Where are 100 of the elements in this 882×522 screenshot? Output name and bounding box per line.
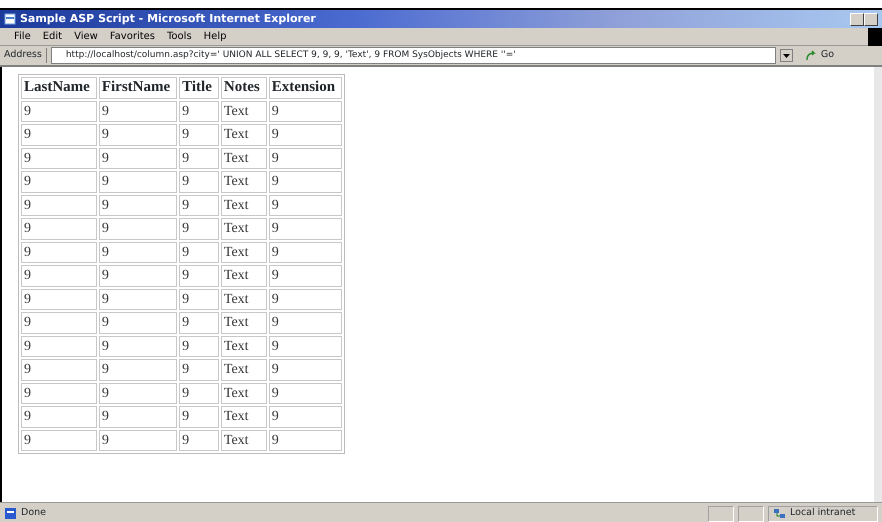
address-label: Address: [4, 48, 47, 63]
table-cell: Text: [220, 148, 267, 169]
menu-item[interactable]: File: [8, 29, 37, 44]
menu-item[interactable]: Favorites: [104, 29, 162, 44]
table-cell: 9: [179, 288, 219, 310]
zone-text: Local intranet: [790, 506, 856, 520]
go-arrow-icon: [804, 50, 817, 62]
table-cell: 9: [21, 336, 97, 357]
table-cell: 9: [268, 359, 342, 380]
table-cell: 9: [179, 148, 219, 169]
table-cell: Text: [220, 359, 267, 380]
table-cell: 9: [21, 171, 97, 192]
table-cell: 9: [21, 288, 97, 310]
table-cell: Text: [220, 336, 267, 357]
table-cell: 9: [98, 430, 178, 451]
go-button[interactable]: Go: [820, 48, 834, 63]
table-cell: 9: [21, 194, 97, 216]
maximize-button[interactable]: [864, 12, 878, 26]
table-cell: 9: [179, 312, 219, 334]
table-cell: 9: [268, 242, 342, 263]
table-cell: 9: [179, 359, 219, 380]
table-cell: 9: [98, 100, 178, 122]
table-cell: Text: [220, 218, 267, 240]
table-cell: 9: [21, 430, 97, 451]
address-field[interactable]: http://localhost/column.asp?city=' UNION ALL SELECT 9, 9, 9, 'Text', 9 FROM SysObjects WHERE ''=': [50, 47, 776, 64]
table-cell: 9: [98, 359, 178, 380]
table-cell: 9: [98, 336, 178, 357]
column-header: Extension: [268, 77, 342, 98]
table-cell: Text: [220, 194, 267, 216]
table-cell: 9: [21, 359, 97, 380]
table-cell: 9: [21, 100, 97, 122]
table-cell: Text: [220, 406, 267, 428]
table-cell: 9: [268, 148, 342, 169]
table-cell: 9: [98, 265, 178, 286]
table-cell: 9: [268, 171, 342, 192]
table-cell: 9: [179, 430, 219, 451]
table-cell: 9: [179, 100, 219, 122]
table-cell: 9: [268, 312, 342, 334]
table-cell: 9: [21, 382, 97, 404]
page-icon: [4, 507, 17, 520]
table-cell: 9: [21, 265, 97, 286]
table-cell: 9: [98, 242, 178, 263]
table-cell: Text: [220, 100, 267, 122]
column-header: Notes: [220, 77, 267, 98]
table-cell: 9: [268, 265, 342, 286]
table-cell: 9: [179, 406, 219, 428]
table-cell: Text: [220, 171, 267, 192]
scrollbar[interactable]: [874, 67, 882, 502]
table-cell: 9: [268, 288, 342, 310]
dropdown-button[interactable]: [780, 49, 793, 62]
table-cell: 9: [179, 242, 219, 263]
menu-item[interactable]: Help: [198, 29, 232, 44]
table-cell: 9: [98, 124, 178, 146]
table-cell: 9: [98, 406, 178, 428]
network-icon: [773, 507, 786, 520]
page-icon: [4, 13, 16, 25]
table-cell: 9: [21, 148, 97, 169]
status-text: Done: [21, 506, 46, 520]
table-cell: 9: [179, 265, 219, 286]
table-cell: 9: [268, 382, 342, 404]
table-cell: 9: [268, 406, 342, 428]
table-cell: 9: [179, 218, 219, 240]
table-cell: 9: [179, 124, 219, 146]
column-header: FirstName: [98, 77, 178, 98]
table-cell: Text: [220, 312, 267, 334]
table-cell: 9: [21, 124, 97, 146]
table-cell: 9: [98, 171, 178, 192]
table-cell: 9: [268, 218, 342, 240]
table-cell: 9: [179, 336, 219, 357]
table-cell: 9: [179, 382, 219, 404]
table-cell: 9: [98, 148, 178, 169]
column-header: LastName: [21, 77, 97, 98]
table-cell: 9: [21, 406, 97, 428]
table-cell: 9: [98, 218, 178, 240]
table-cell: 9: [268, 194, 342, 216]
table-cell: 9: [98, 288, 178, 310]
table-cell: 9: [179, 194, 219, 216]
table-cell: 9: [21, 312, 97, 334]
table-cell: Text: [220, 124, 267, 146]
table-cell: 9: [21, 242, 97, 263]
table-cell: Text: [220, 242, 267, 263]
table-cell: 9: [268, 124, 342, 146]
table-cell: Text: [220, 288, 267, 310]
table-cell: Text: [220, 265, 267, 286]
table-cell: 9: [179, 171, 219, 192]
table-cell: 9: [268, 430, 342, 451]
column-header: Title: [179, 77, 219, 98]
minimize-button[interactable]: [850, 12, 864, 26]
table-cell: 9: [98, 312, 178, 334]
table-cell: 9: [98, 382, 178, 404]
table-cell: 9: [268, 336, 342, 357]
table-cell: Text: [220, 430, 267, 451]
caret-icon: [782, 54, 790, 58]
menu-item[interactable]: Edit: [36, 29, 68, 44]
table-cell: Text: [220, 382, 267, 404]
window-title: Sample ASP Script - Microsoft Internet Explorer: [20, 10, 316, 27]
menu-item[interactable]: View: [68, 29, 104, 44]
table-cell: 9: [268, 100, 342, 122]
table-cell: 9: [98, 194, 178, 216]
menu-item[interactable]: Tools: [161, 29, 198, 44]
